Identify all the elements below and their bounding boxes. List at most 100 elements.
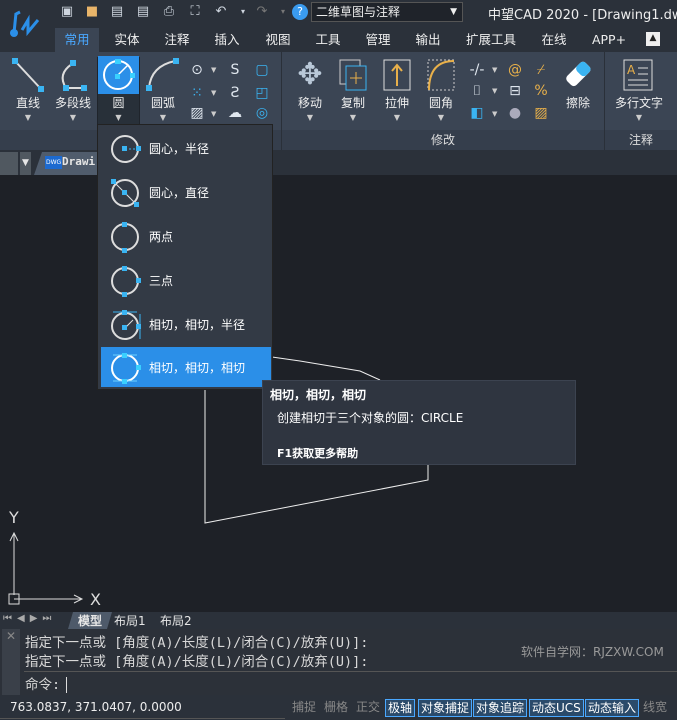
- cloud-icon[interactable]: ☁: [226, 104, 244, 122]
- move-button[interactable]: ✥ 移动 ▼: [290, 56, 330, 122]
- hatch-icon[interactable]: ▨: [188, 104, 206, 122]
- mirror-icon[interactable]: ◧: [468, 104, 486, 122]
- menu-item-tan-tan-radius[interactable]: 相切，相切，半径: [101, 304, 271, 344]
- arc-button[interactable]: 圆弧 ▼: [143, 56, 183, 122]
- tab-app[interactable]: APP+: [585, 28, 633, 52]
- donut-icon[interactable]: ◎: [253, 104, 271, 122]
- toggle-ortho[interactable]: 正交: [354, 699, 382, 717]
- line-button[interactable]: 直线 ▼: [8, 56, 48, 122]
- redo-dropdown-icon[interactable]: ▾: [275, 4, 291, 20]
- menu-item-label: 圆心，直径: [149, 186, 210, 200]
- chevron-down-icon[interactable]: ▼: [211, 89, 216, 97]
- explode-icon[interactable]: ●: [506, 104, 524, 122]
- divide-icon[interactable]: ⁙: [188, 84, 206, 102]
- doc-tab-drawing1[interactable]: DWG Drawi: [34, 152, 98, 175]
- rectangle-icon[interactable]: ▢: [253, 61, 271, 79]
- close-icon[interactable]: ✕: [2, 629, 20, 695]
- watermark: 软件自学网：RJZXW.COM: [521, 645, 664, 659]
- dwg-file-icon: DWG: [45, 156, 63, 169]
- tab-menu-area: [0, 152, 18, 175]
- chevron-down-icon[interactable]: ▼: [211, 66, 216, 74]
- tooltip: 相切，相切，相切 创建相切于三个对象的圆：CIRCLE F1获取更多帮助: [262, 380, 576, 465]
- join-icon[interactable]: %: [532, 82, 550, 100]
- toggle-snap[interactable]: 捕捉: [290, 699, 318, 717]
- menu-item-tan-tan-tan[interactable]: 相切，相切，相切: [101, 347, 271, 387]
- circle-tan-tan-radius-icon: [111, 310, 141, 340]
- toggle-lineweight[interactable]: 线宽: [641, 699, 669, 717]
- tab-manage[interactable]: 管理: [358, 28, 398, 52]
- polyline-icon: [52, 56, 94, 94]
- menu-item-two-point[interactable]: 两点: [101, 216, 271, 256]
- print-icon[interactable]: ⎙: [161, 4, 177, 20]
- align-icon[interactable]: ⊟: [506, 82, 524, 100]
- save-as-icon[interactable]: ▤: [135, 4, 151, 20]
- circle-button[interactable]: 圆 ▼: [98, 56, 139, 122]
- mtext-button[interactable]: A 多行文字 ▼: [610, 56, 668, 122]
- tab-home[interactable]: 常用: [55, 28, 99, 52]
- new-icon[interactable]: ▣: [59, 4, 75, 20]
- help-icon[interactable]: ?: [292, 4, 308, 20]
- chevron-down-icon[interactable]: ▼: [492, 110, 497, 118]
- tab-insert[interactable]: 插入: [207, 28, 247, 52]
- polyline-button[interactable]: 多段线 ▼: [52, 56, 94, 122]
- tab-solid[interactable]: 实体: [107, 28, 147, 52]
- toggle-polar[interactable]: 极轴: [385, 699, 416, 717]
- fillet-icon: [421, 56, 461, 94]
- command-input[interactable]: 命令:: [25, 673, 68, 693]
- toggle-otrack[interactable]: 对象追踪: [473, 699, 528, 717]
- tab-layout1[interactable]: 布局1: [114, 612, 146, 629]
- undo-icon[interactable]: ↶: [213, 4, 229, 20]
- undo-dropdown-icon[interactable]: ▾: [235, 4, 251, 20]
- coordinates: 763.0837, 371.0407, 0.0000: [10, 700, 182, 714]
- menu-item-center-radius[interactable]: 圆心，半径: [101, 128, 271, 168]
- chevron-down-icon[interactable]: ▼: [492, 66, 497, 74]
- tab-extensions[interactable]: 扩展工具: [461, 28, 521, 52]
- fillet-button[interactable]: 圆角 ▼: [421, 56, 461, 122]
- tab-online[interactable]: 在线: [534, 28, 574, 52]
- toggle-osnap[interactable]: 对象捕捉: [418, 699, 473, 717]
- copy-button[interactable]: 复制 ▼: [333, 56, 373, 122]
- point-icon[interactable]: ⊙: [188, 61, 206, 79]
- tab-annotate[interactable]: 注释: [157, 28, 197, 52]
- offset-icon[interactable]: @: [506, 61, 524, 79]
- edit-icon[interactable]: ▨: [532, 104, 550, 122]
- tab-layout2[interactable]: 布局2: [160, 612, 192, 629]
- spline-icon[interactable]: S: [226, 61, 244, 79]
- tab-output[interactable]: 输出: [408, 28, 448, 52]
- save-icon[interactable]: ▤: [109, 4, 125, 20]
- trim-icon[interactable]: -/-: [468, 61, 486, 79]
- chevron-down-icon[interactable]: ▼: [20, 152, 31, 175]
- workspace-select[interactable]: 二维草图与注释 ▼: [311, 2, 463, 22]
- command-window: ✕ 指定下一点或 [角度(A)/长度(L)/闭合(C)/放弃(U)]: 指定下一…: [0, 629, 677, 695]
- toggle-grid[interactable]: 栅格: [322, 699, 350, 717]
- chevron-down-icon: ▼: [450, 7, 457, 17]
- zoom-extents-icon[interactable]: ⛶: [187, 4, 203, 20]
- tab-tools[interactable]: 工具: [308, 28, 348, 52]
- panel-label-annotate: 注释: [605, 130, 677, 150]
- minimize-ribbon-button[interactable]: ▲: [646, 32, 660, 46]
- region-icon[interactable]: ◰: [253, 84, 271, 102]
- menu-item-center-diameter[interactable]: 圆心，直径: [101, 172, 271, 212]
- helix-icon[interactable]: Ƨ: [226, 84, 244, 102]
- break-icon[interactable]: ⌿: [532, 61, 550, 79]
- arc-label: 圆弧: [150, 96, 175, 110]
- toggle-ducs[interactable]: 动态UCS: [529, 699, 584, 717]
- menu-item-three-point[interactable]: 三点: [101, 260, 271, 300]
- window-title: 中望CAD 2020 - [Drawing1.dwg]: [488, 8, 677, 23]
- app-logo[interactable]: [0, 0, 50, 52]
- rect-array-icon[interactable]: ⌷: [468, 82, 486, 100]
- command-prompt: 命令:: [25, 677, 61, 693]
- chevron-down-icon[interactable]: ▼: [492, 87, 497, 95]
- redo-icon[interactable]: ↷: [254, 4, 270, 20]
- tab-model[interactable]: 模型: [68, 612, 112, 629]
- erase-button[interactable]: 擦除: [558, 56, 598, 111]
- circle-dropdown-menu: 圆心，半径 圆心，直径 两点 三点 相切，相切，半径 相切，相切，相切: [97, 124, 273, 390]
- stretch-button[interactable]: 拉伸 ▼: [377, 56, 417, 122]
- tab-view[interactable]: 视图: [258, 28, 298, 52]
- toggle-dyn[interactable]: 动态输入: [585, 699, 640, 717]
- chevron-down-icon[interactable]: ▼: [211, 110, 216, 118]
- layout-nav-buttons[interactable]: ⏮◀▶⏭: [3, 613, 56, 624]
- circle-tan-tan-tan-icon: [111, 353, 141, 384]
- mtext-label: 多行文字: [614, 96, 663, 110]
- open-icon[interactable]: ■: [84, 4, 100, 20]
